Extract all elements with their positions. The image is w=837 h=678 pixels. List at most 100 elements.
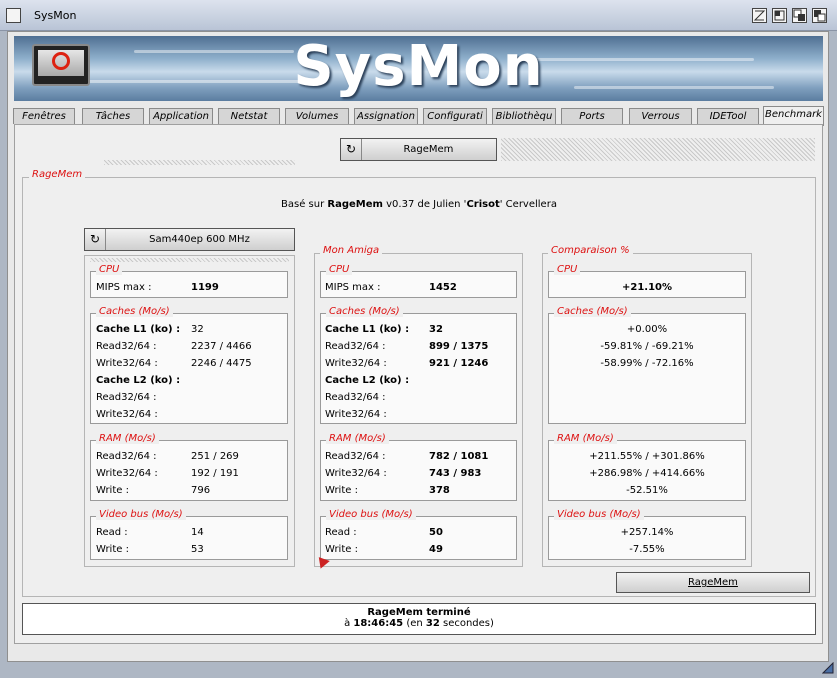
cmp-l1-read-value: -59.81% / -69.21% — [600, 341, 694, 352]
cmp-video-read-value: +257.14% — [620, 527, 674, 538]
close-icon[interactable] — [6, 8, 21, 23]
status-line-2: à 18:46:45 (en 32 secondes) — [344, 618, 494, 629]
ragemem-toolbar-button[interactable]: ↻ RageMem — [340, 138, 497, 161]
amiga-ram-read-label: Read32/64 : — [325, 451, 386, 462]
amiga-ram-w-label: Write : — [325, 485, 358, 496]
amiga-mips-label: MIPS max : — [325, 282, 381, 293]
tab-fenetres[interactable]: Fenêtres — [13, 108, 75, 124]
amiga-ram-write-value: 743 / 983 — [429, 468, 482, 479]
ref-l1-label: Cache L1 (ko) : — [96, 324, 181, 335]
ref-l1-read-label: Read32/64 : — [96, 341, 157, 352]
amiga-l1-write-label: Write32/64 : — [325, 358, 387, 369]
amiga-l2-write-label: Write32/64 : — [325, 409, 387, 420]
amiga-video-label: Video bus (Mo/s) — [326, 509, 416, 520]
tab-volumes[interactable]: Volumes — [285, 108, 349, 124]
amiga-l1-label: Cache L1 (ko) : — [325, 324, 410, 335]
ref-l2-read-label: Read32/64 : — [96, 392, 157, 403]
window-title: SysMon — [34, 9, 77, 22]
tab-netstat[interactable]: Netstat — [218, 108, 280, 124]
ref-l1-value: 32 — [191, 324, 204, 335]
window-titlebar[interactable]: SysMon — [0, 0, 837, 31]
ref-l2-label: Cache L2 (ko) : — [96, 375, 181, 386]
tab-configurati[interactable]: Configurati — [423, 108, 487, 124]
banner: SysMon — [14, 36, 823, 101]
ref-ram-read-value: 251 / 269 — [191, 451, 239, 462]
amiga-mips-value: 1452 — [429, 282, 457, 293]
reference-machine-cycle[interactable]: ↻ Sam440ep 600 MHz — [84, 228, 295, 251]
ref-video-read-label: Read : — [96, 527, 128, 538]
ref-video-read-value: 14 — [191, 527, 204, 538]
ref-mips-value: 1199 — [191, 282, 219, 293]
status-line-1: RageMem terminé — [367, 607, 471, 618]
tab-benchmark[interactable]: Benchmark — [763, 106, 824, 126]
ref-ram-w-value: 796 — [191, 485, 211, 496]
ref-cpu-label: CPU — [96, 264, 123, 275]
amiga-ram-write-label: Write32/64 : — [325, 468, 387, 479]
amiga-column-label: Mon Amiga — [320, 245, 383, 256]
cycle-icon: ↻ — [85, 229, 106, 250]
amiga-l2-read-label: Read32/64 : — [325, 392, 386, 403]
cmp-caches-label: Caches (Mo/s) — [554, 306, 631, 317]
amiga-ram-w-value: 378 — [429, 485, 450, 496]
run-ragemem-button[interactable]: RageMem — [616, 572, 810, 593]
cmp-video-label: Video bus (Mo/s) — [554, 509, 644, 520]
ref-caches-label: Caches (Mo/s) — [96, 306, 173, 317]
iconify-icon[interactable] — [752, 8, 767, 23]
comparison-column-label: Comparaison % — [548, 245, 633, 256]
amiga-ram-read-value: 782 / 1081 — [429, 451, 489, 462]
cmp-cpu-label: CPU — [554, 264, 581, 275]
decorative-hatch — [501, 138, 815, 161]
amiga-video-read-value: 50 — [429, 527, 443, 538]
ref-l2-write-label: Write32/64 : — [96, 409, 158, 420]
ref-l1-read-value: 2237 / 4466 — [191, 341, 252, 352]
cmp-l1-write-value: -58.99% / -72.16% — [600, 358, 694, 369]
amiga-l1-write-value: 921 / 1246 — [429, 358, 489, 369]
ref-video-label: Video bus (Mo/s) — [96, 509, 186, 520]
amiga-cpu-label: CPU — [326, 264, 353, 275]
tab-verrous[interactable]: Verrous — [629, 108, 692, 124]
cmp-mips-value: +21.10% — [621, 282, 673, 293]
credit-line: Basé sur RageMem v0.37 de Julien 'Crisot… — [281, 199, 557, 210]
cmp-ram-read-value: +211.55% / +301.86% — [589, 451, 705, 462]
status-box: RageMem terminé à 18:46:45 (en 32 second… — [22, 603, 816, 635]
ref-ram-label: RAM (Mo/s) — [96, 433, 159, 444]
tab-application[interactable]: Application — [149, 108, 213, 124]
resize-handle-icon[interactable] — [821, 661, 834, 674]
amiga-video-read-label: Read : — [325, 527, 357, 538]
ref-video-write-label: Write : — [96, 544, 129, 555]
tab-taches[interactable]: Tâches — [82, 108, 144, 124]
zoom-icon[interactable] — [772, 8, 787, 23]
amiga-caches-label: Caches (Mo/s) — [326, 306, 403, 317]
amiga-l1-read-label: Read32/64 : — [325, 341, 386, 352]
amiga-l1-read-value: 899 / 1375 — [429, 341, 489, 352]
cmp-l1-value: +0.00% — [626, 324, 668, 335]
tab-idetool[interactable]: IDETool — [697, 108, 759, 124]
amiga-ram-label: RAM (Mo/s) — [326, 433, 389, 444]
sysmon-logo: SysMon — [293, 36, 544, 99]
cmp-video-write-value: -7.55% — [629, 544, 665, 555]
tab-bibliothequ[interactable]: Bibliothèqu — [492, 108, 556, 124]
decorative-hatch — [90, 258, 289, 262]
ref-l1-write-value: 2246 / 4475 — [191, 358, 252, 369]
amiga-video-write-label: Write : — [325, 544, 358, 555]
ref-video-write-value: 53 — [191, 544, 204, 555]
depth-icon[interactable] — [792, 8, 807, 23]
amiga-l1-value: 32 — [429, 324, 443, 335]
decorative-separator — [104, 160, 295, 165]
cmp-ram-label: RAM (Mo/s) — [554, 433, 617, 444]
ref-ram-read-label: Read32/64 : — [96, 451, 157, 462]
ref-ram-write-value: 192 / 191 — [191, 468, 239, 479]
amiga-l2-label: Cache L2 (ko) : — [325, 375, 410, 386]
tab-assignation[interactable]: Assignation — [354, 108, 418, 124]
amiga-video-write-value: 49 — [429, 544, 443, 555]
ref-mips-label: MIPS max : — [96, 282, 152, 293]
stack-icon[interactable] — [812, 8, 827, 23]
ref-ram-w-label: Write : — [96, 485, 129, 496]
cycle-icon: ↻ — [341, 139, 362, 160]
ref-l1-write-label: Write32/64 : — [96, 358, 158, 369]
cmp-ram-write-value: +286.98% / +414.66% — [589, 468, 705, 479]
ref-ram-write-label: Write32/64 : — [96, 468, 158, 479]
tab-ports[interactable]: Ports — [561, 108, 623, 124]
cmp-ram-w-value: -52.51% — [626, 485, 668, 496]
ragemem-group-label: RageMem — [29, 169, 86, 180]
